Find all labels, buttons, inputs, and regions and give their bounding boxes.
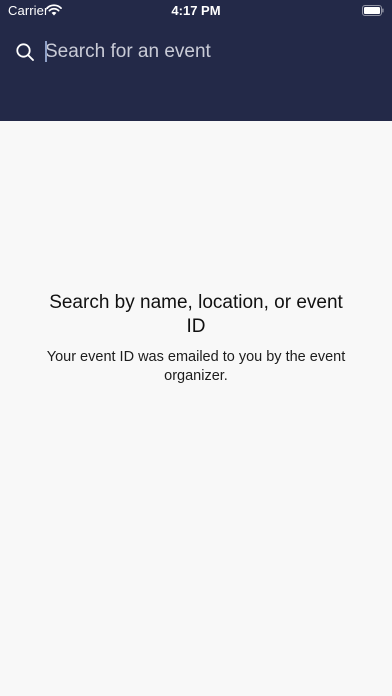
search-input[interactable]: [45, 37, 375, 67]
empty-state-subtitle: Your event ID was emailed to you by the …: [46, 349, 346, 384]
empty-state: Search by name, location, or event ID Yo…: [40, 291, 352, 386]
search-bar[interactable]: [0, 34, 392, 70]
battery-icon: [362, 5, 384, 16]
status-bar: Carrier 4:17 PM: [0, 0, 392, 22]
empty-state-title: Search by name, location, or event ID: [49, 292, 343, 337]
text-cursor: [45, 41, 47, 62]
header: Carrier 4:17 PM: [0, 0, 392, 121]
app-screen: Carrier 4:17 PM Search by name, location…: [0, 0, 392, 696]
status-time: 4:17 PM: [171, 3, 221, 18]
search-icon: [16, 43, 34, 61]
